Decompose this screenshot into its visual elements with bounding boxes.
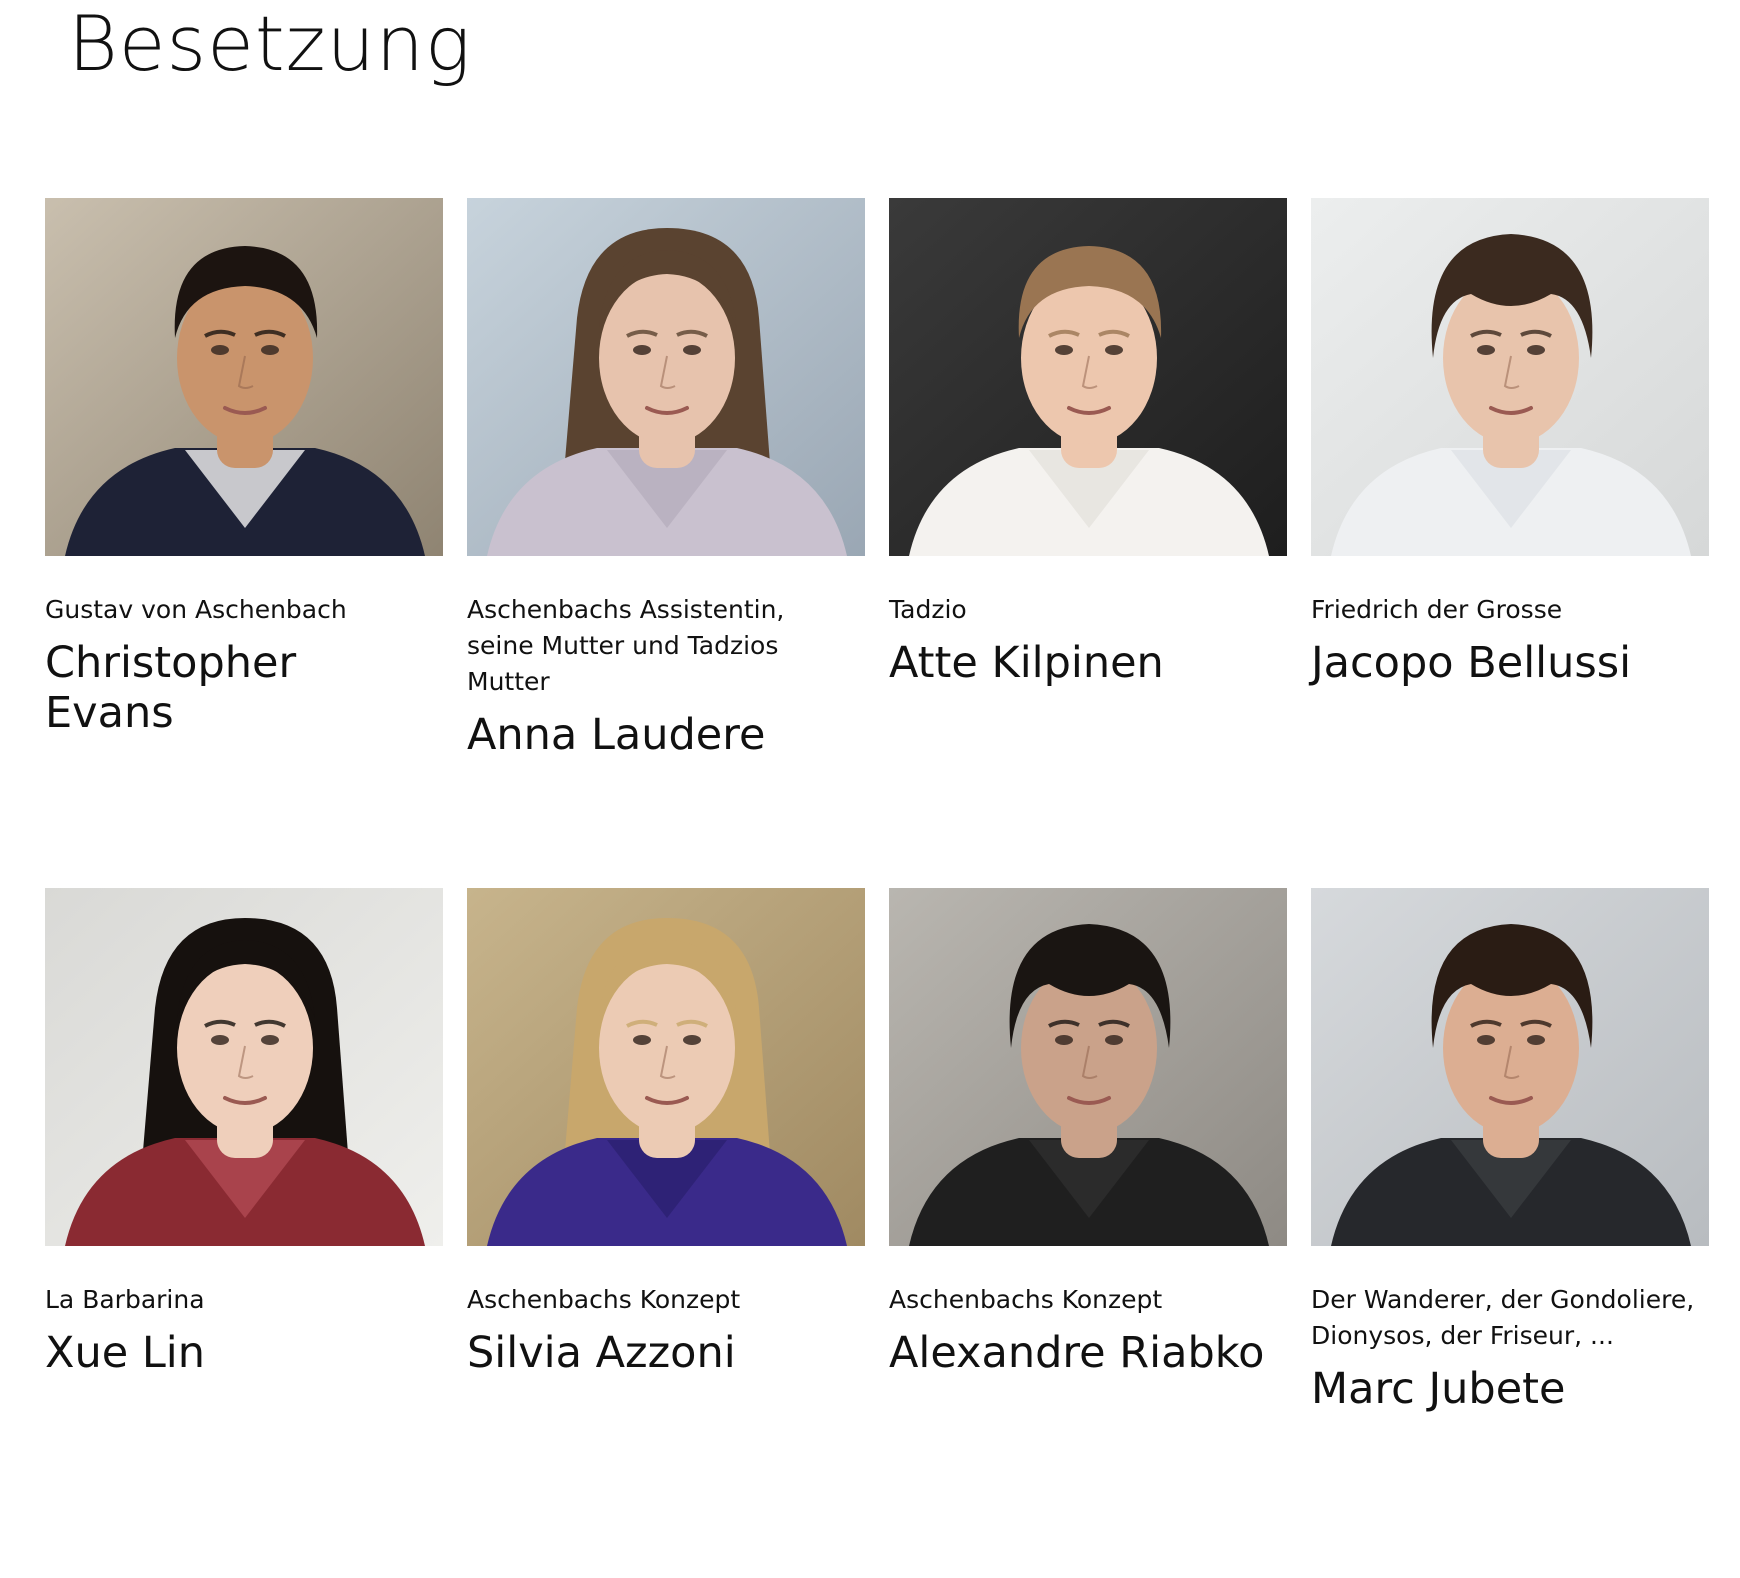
portrait-photo[interactable] [889,888,1287,1246]
cast-name[interactable]: Marc Jubete [1311,1364,1709,1414]
portrait-photo[interactable] [467,888,865,1246]
cast-card-alexandre-riabko[interactable]: Aschenbachs Konzept Alexandre Riabko [889,888,1287,1578]
cast-card-anna-laudere[interactable]: Aschenbachs Assistentin, seine Mutter un… [467,198,865,888]
cast-grid: Gustav von Aschenbach Christopher Evans … [45,198,1709,1578]
cast-role: Aschenbachs Konzept [889,1285,1163,1314]
cast-name[interactable]: Xue Lin [45,1328,443,1378]
portrait-image [1311,198,1709,556]
cast-card-jacopo-bellussi[interactable]: Friedrich der Grosse Jacopo Bellussi [1311,198,1709,888]
portrait-photo[interactable] [889,198,1287,556]
portrait-image [467,888,865,1246]
cast-name[interactable]: Silvia Azzoni [467,1328,865,1378]
cast-role: Tadzio [889,595,967,624]
cast-name[interactable]: Alexandre Riabko [889,1328,1287,1378]
cast-role: Aschenbachs Konzept [467,1285,741,1314]
cast-role: Friedrich der Grosse [1311,595,1563,624]
cast-name[interactable]: Jacopo Bellussi [1311,638,1709,688]
portrait-image [45,198,443,556]
cast-role: Der Wanderer, der Gondoliere, Dionysos, … [1311,1285,1695,1350]
portrait-image [467,198,865,556]
portrait-image [45,888,443,1246]
cast-role: La Barbarina [45,1285,205,1314]
cast-card-marc-jubete[interactable]: Der Wanderer, der Gondoliere, Dionysos, … [1311,888,1709,1578]
cast-role: Gustav von Aschenbach [45,595,347,624]
portrait-photo[interactable] [45,888,443,1246]
portrait-photo[interactable] [1311,888,1709,1246]
cast-card-atte-kilpinen[interactable]: Tadzio Atte Kilpinen [889,198,1287,888]
cast-role: Aschenbachs Assistentin, seine Mutter un… [467,595,785,696]
cast-name[interactable]: Christopher Evans [45,638,443,738]
portrait-photo[interactable] [467,198,865,556]
page-title: Besetzung [68,0,472,88]
cast-card-christopher-evans[interactable]: Gustav von Aschenbach Christopher Evans [45,198,443,888]
portrait-image [889,888,1287,1246]
portrait-image [889,198,1287,556]
cast-name[interactable]: Anna Laudere [467,710,865,760]
cast-card-silvia-azzoni[interactable]: Aschenbachs Konzept Silvia Azzoni [467,888,865,1578]
portrait-photo[interactable] [1311,198,1709,556]
cast-name[interactable]: Atte Kilpinen [889,638,1287,688]
cast-card-xue-lin[interactable]: La Barbarina Xue Lin [45,888,443,1578]
portrait-image [1311,888,1709,1246]
portrait-photo[interactable] [45,198,443,556]
